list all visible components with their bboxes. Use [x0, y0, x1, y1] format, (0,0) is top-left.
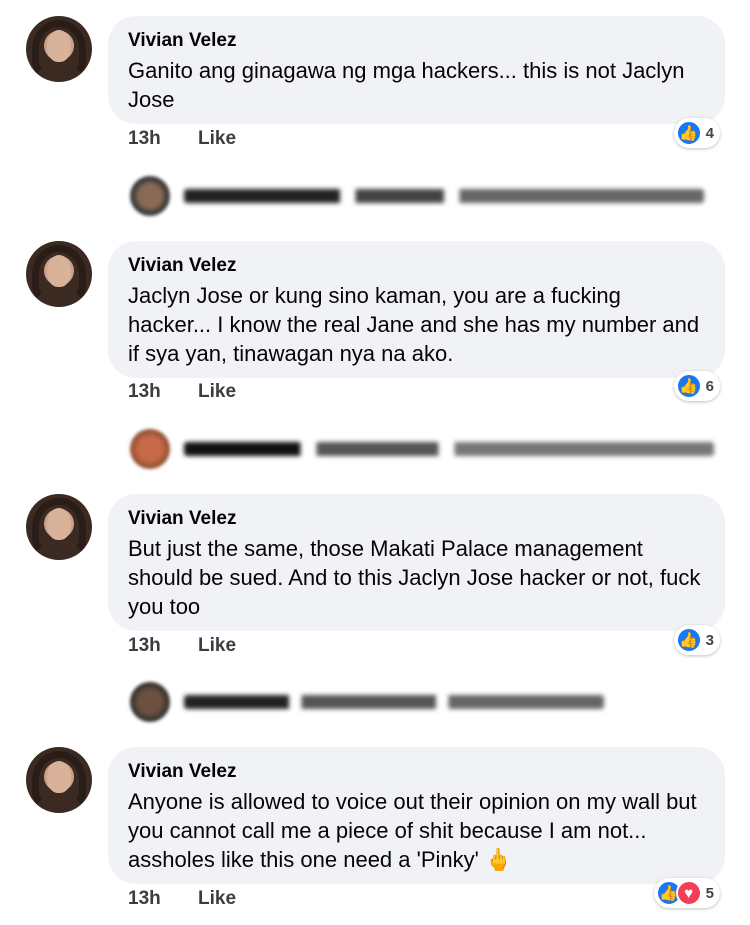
blurred-reply[interactable] — [130, 426, 714, 472]
avatar[interactable] — [26, 494, 92, 560]
reaction-summary[interactable]: 👍 3 — [673, 625, 720, 655]
comment-author[interactable]: Vivian Velez — [128, 508, 703, 530]
thumbs-up-icon: 👍 — [675, 627, 702, 653]
avatar[interactable] — [26, 241, 92, 307]
comment-timestamp[interactable]: 13h — [128, 888, 161, 909]
reply-avatar — [130, 682, 170, 722]
reply-avatar — [130, 429, 170, 469]
comment-bubble: Vivian Velez Ganito ang ginagawa ng mga … — [108, 16, 725, 124]
comment-text-body: Anyone is allowed to voice out their opi… — [128, 789, 697, 872]
comment-text: Anyone is allowed to voice out their opi… — [128, 787, 703, 874]
like-button[interactable]: Like — [198, 635, 236, 656]
avatar[interactable] — [26, 747, 92, 813]
comment-bubble: Vivian Velez Anyone is allowed to voice … — [108, 747, 725, 884]
blurred-reply[interactable] — [130, 679, 604, 725]
comment-actions: 13h Like — [128, 635, 236, 657]
like-button[interactable]: Like — [198, 128, 236, 149]
comment-actions: 13h Like — [128, 381, 236, 403]
reply-text-blurred — [184, 695, 604, 709]
comment-actions: 13h Like — [128, 888, 236, 910]
reaction-summary[interactable]: 👍 4 — [673, 118, 720, 148]
reaction-count: 4 — [705, 124, 714, 142]
thumbs-up-icon: 👍 — [675, 120, 702, 146]
comment-text: But just the same, those Makati Palace m… — [128, 536, 701, 619]
thumbs-up-icon: 👍 — [675, 373, 702, 399]
comment-author[interactable]: Vivian Velez — [128, 761, 703, 783]
reply-avatar — [130, 176, 170, 216]
blurred-reply[interactable] — [130, 173, 704, 219]
reaction-count: 5 — [705, 884, 714, 902]
heart-icon: ♥ — [675, 880, 702, 906]
comment-timestamp[interactable]: 13h — [128, 635, 161, 656]
reply-text-blurred — [184, 442, 714, 456]
like-button[interactable]: Like — [198, 888, 236, 909]
comment-bubble: Vivian Velez Jaclyn Jose or kung sino ka… — [108, 241, 725, 378]
reaction-count: 6 — [705, 377, 714, 395]
comment-bubble: Vivian Velez But just the same, those Ma… — [108, 494, 725, 631]
reply-text-blurred — [184, 189, 704, 203]
comment-author[interactable]: Vivian Velez — [128, 255, 703, 277]
comment-text: Ganito ang ginagawa ng mga hackers... th… — [128, 58, 685, 112]
comment-text: Jaclyn Jose or kung sino kaman, you are … — [128, 283, 700, 366]
reaction-summary[interactable]: 👍 ♥ 5 — [653, 878, 720, 908]
reaction-count: 3 — [705, 631, 714, 649]
comment-timestamp[interactable]: 13h — [128, 128, 161, 149]
comment-timestamp[interactable]: 13h — [128, 381, 161, 402]
like-button[interactable]: Like — [198, 381, 236, 402]
avatar[interactable] — [26, 16, 92, 82]
reaction-summary[interactable]: 👍 6 — [673, 371, 720, 401]
middle-finger-emoji-icon: 🖕 — [484, 847, 513, 872]
comment-author[interactable]: Vivian Velez — [128, 30, 703, 52]
comment-actions: 13h Like — [128, 128, 236, 150]
